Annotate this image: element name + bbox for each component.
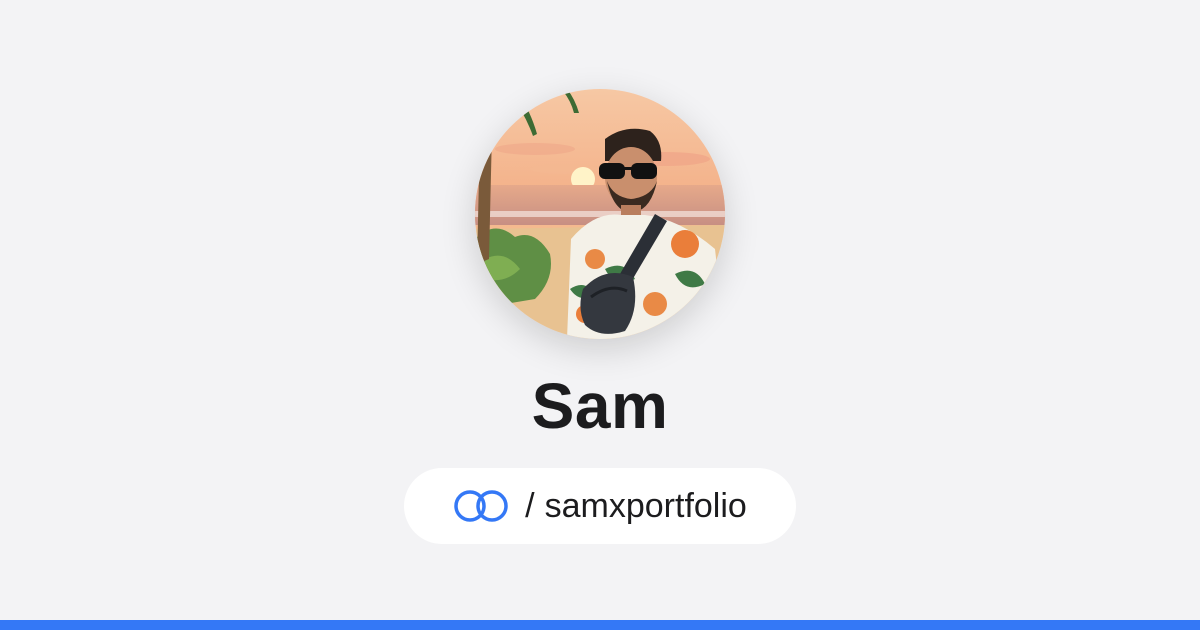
profile-card: Sam / samxportfolio [0, 0, 1200, 630]
avatar-illustration [475, 89, 725, 339]
accent-bar [0, 620, 1200, 630]
profile-name: Sam [531, 370, 669, 442]
link-separator: / [525, 486, 535, 525]
linked-rings-icon [453, 489, 509, 523]
profile-link-pill[interactable]: / samxportfolio [404, 468, 796, 544]
link-handle: samxportfolio [544, 486, 747, 525]
avatar [475, 89, 725, 339]
